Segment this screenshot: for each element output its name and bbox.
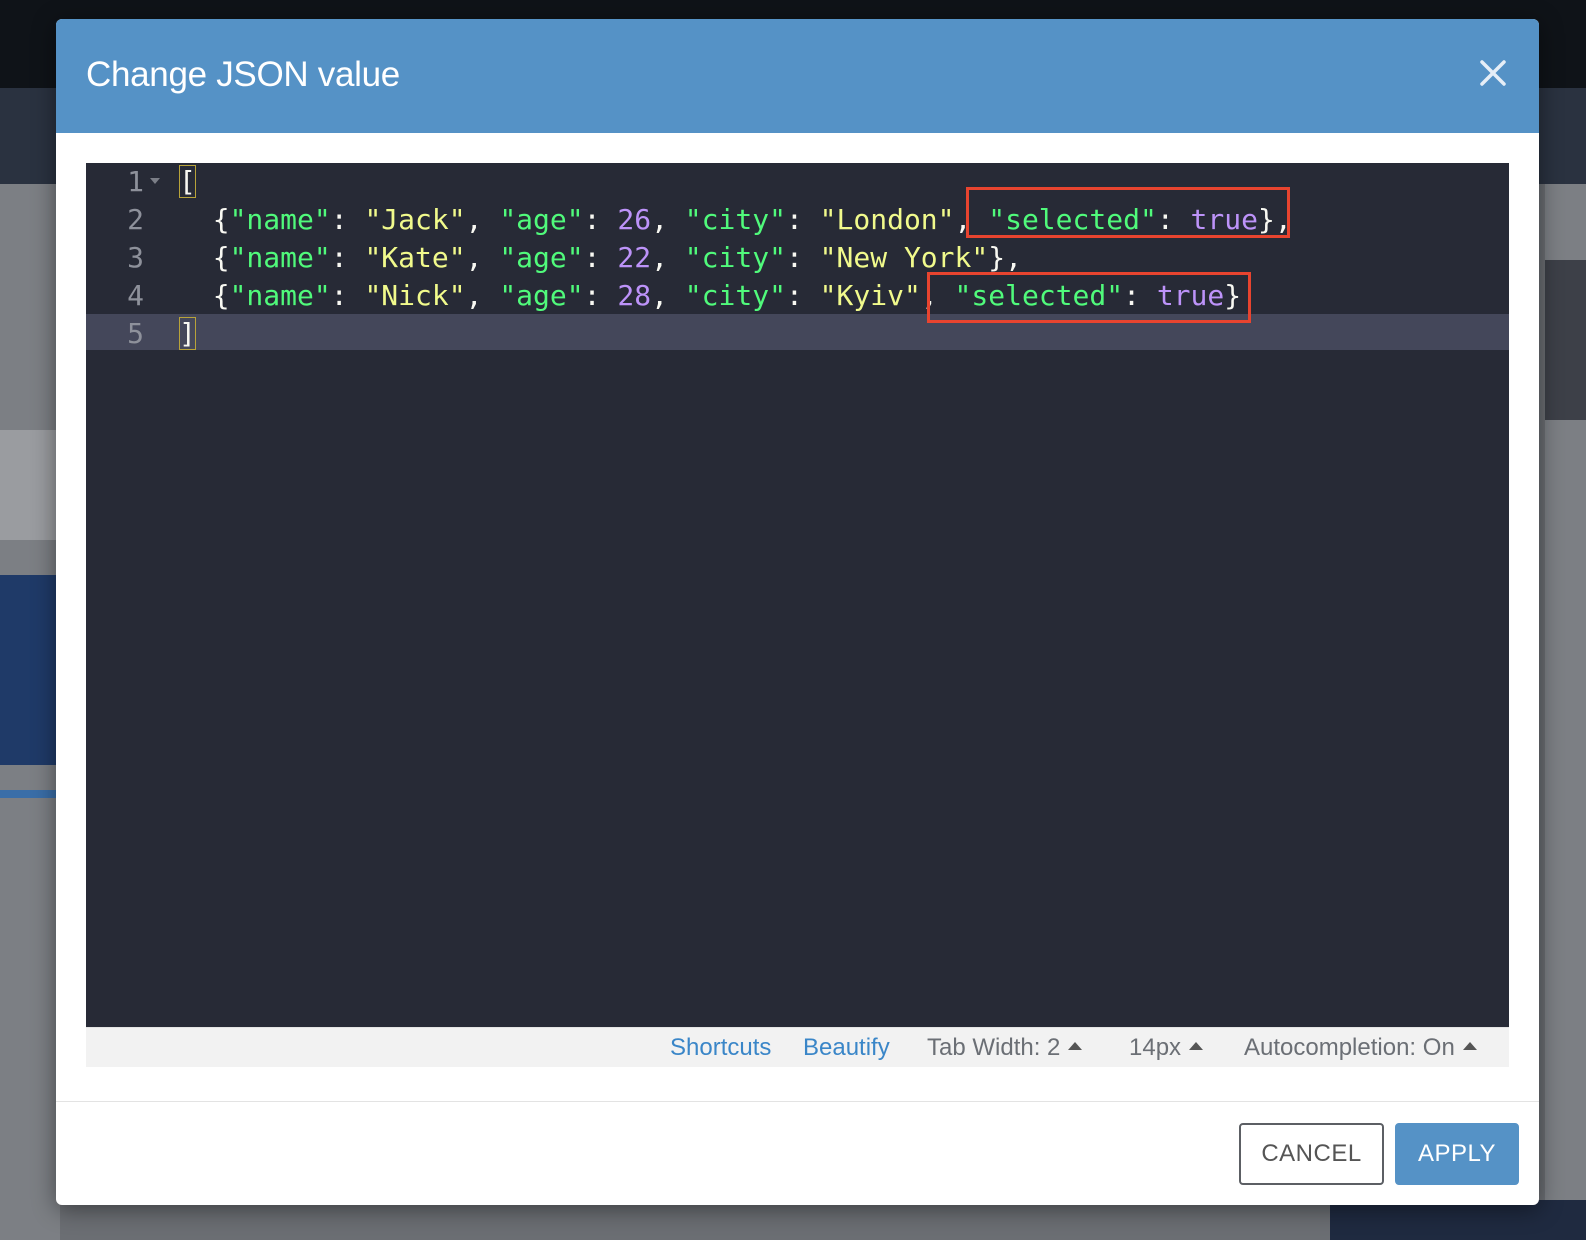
code-token: : [785,279,820,312]
dialog-title: Change JSON value [86,55,400,94]
backdrop-right-panel [1545,260,1586,420]
code-token: [ [179,165,196,198]
code-token: "age" [499,241,584,274]
code-token: : [583,203,618,236]
backdrop-blue-panel [0,575,60,765]
code-token: ] [179,317,196,350]
shortcuts-link[interactable]: Shortcuts [670,1028,771,1068]
code-token: 26 [617,203,652,236]
code-token: "Nick" [364,279,466,312]
caret-up-icon [1462,1041,1477,1050]
code-token: { [179,241,230,274]
code-token: "London" [819,203,955,236]
code-token: "city" [684,203,786,236]
line-number-text: 1 [127,165,144,198]
code-token: : [330,203,365,236]
editor-statusbar: Shortcuts Beautify Tab Width: 2 14px Aut… [86,1027,1509,1067]
caret-up-icon [1189,1041,1204,1050]
dialog-header: Change JSON value [56,19,1539,133]
code-token: "name" [229,241,331,274]
cancel-button[interactable]: CANCEL [1239,1123,1384,1185]
code-token: "Kate" [364,241,466,274]
code-token: , [651,241,685,274]
code-token: "name" [229,203,331,236]
caret-up-icon [1068,1041,1083,1050]
beautify-link[interactable]: Beautify [803,1028,890,1068]
code-token: , [465,279,500,312]
code-line[interactable]: ] [179,315,196,353]
line-number-text: 3 [127,241,144,274]
backdrop-panel [0,430,60,540]
highlight-box-jack-selected [966,187,1290,238]
apply-button[interactable]: APPLY [1395,1123,1519,1185]
code-token: { [179,203,230,236]
code-token: : [785,241,820,274]
code-token: "Jack" [364,203,466,236]
tab-width-dropdown[interactable]: Tab Width: 2 [927,1028,1083,1068]
code-token: : [330,241,365,274]
tab-width-label: Tab Width: 2 [927,1034,1061,1061]
line-number-text: 5 [127,317,144,350]
code-token: : [583,279,618,312]
code-token: { [179,279,230,312]
line-number-text: 2 [127,203,144,236]
code-token: "age" [499,203,584,236]
active-line-highlight [86,314,1509,350]
json-code-editor[interactable]: 1[2 {"name": "Jack", "age": 26, "city": … [86,163,1509,1027]
autocompletion-dropdown[interactable]: Autocompletion: On [1244,1028,1477,1068]
code-token: "Kyiv" [819,279,921,312]
code-token: "age" [499,279,584,312]
backdrop-bottom-panel [1330,1200,1586,1240]
code-token: : [583,241,618,274]
code-token: 28 [617,279,652,312]
code-token: "name" [229,279,331,312]
code-token: "city" [684,241,786,274]
code-line[interactable]: [ [179,163,196,201]
line-number-text: 4 [127,279,144,312]
fold-arrow-icon[interactable] [150,178,160,184]
code-token: : [330,279,365,312]
autocompletion-label: Autocompletion: On [1244,1034,1455,1061]
code-token: : [785,203,820,236]
code-token: 22 [617,241,652,274]
code-token: "New York" [819,241,989,274]
close-icon [1480,60,1506,86]
code-line[interactable]: {"name": "Kate", "age": 22, "city": "New… [179,239,1022,277]
highlight-box-nick-selected [927,272,1251,323]
code-token: "city" [684,279,786,312]
backdrop-strip [0,790,60,798]
code-token: , [651,279,685,312]
code-token: , [465,203,500,236]
change-json-dialog: Change JSON value 1[2 {"name": "Jack", "… [56,19,1539,1205]
code-token: , [465,241,500,274]
font-size-dropdown[interactable]: 14px [1129,1028,1204,1068]
close-button[interactable] [1477,57,1509,89]
code-token: }, [988,241,1022,274]
code-token: , [651,203,685,236]
font-size-label: 14px [1129,1034,1182,1061]
footer-divider [56,1101,1539,1102]
